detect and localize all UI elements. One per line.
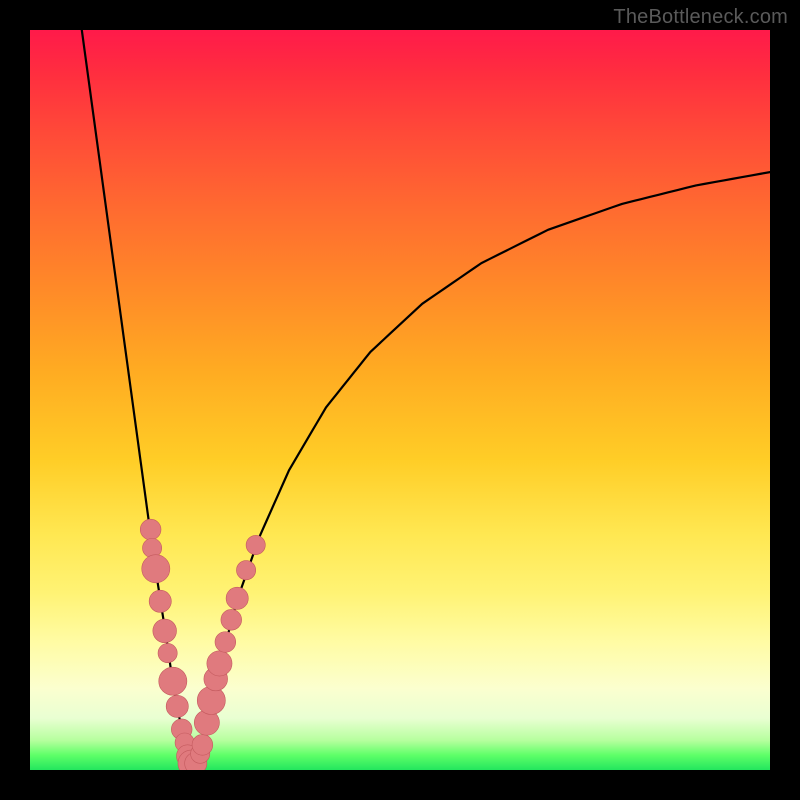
data-point	[246, 535, 265, 554]
data-point	[207, 651, 232, 676]
data-point	[226, 587, 248, 609]
chart-svg	[30, 30, 770, 770]
data-point	[192, 734, 213, 755]
scatter-dots	[140, 519, 265, 770]
data-point	[140, 519, 161, 540]
data-point	[215, 632, 236, 653]
data-point	[149, 590, 171, 612]
data-point	[166, 695, 188, 717]
plot-area	[30, 30, 770, 770]
curve-right	[194, 172, 770, 766]
chart-frame: TheBottleneck.com	[0, 0, 800, 800]
data-point	[158, 643, 177, 662]
data-point	[197, 686, 225, 714]
data-point	[153, 619, 177, 643]
data-point	[159, 667, 187, 695]
data-point	[236, 561, 255, 580]
data-point	[142, 555, 170, 583]
data-point	[221, 609, 242, 630]
watermark-text: TheBottleneck.com	[613, 6, 788, 29]
